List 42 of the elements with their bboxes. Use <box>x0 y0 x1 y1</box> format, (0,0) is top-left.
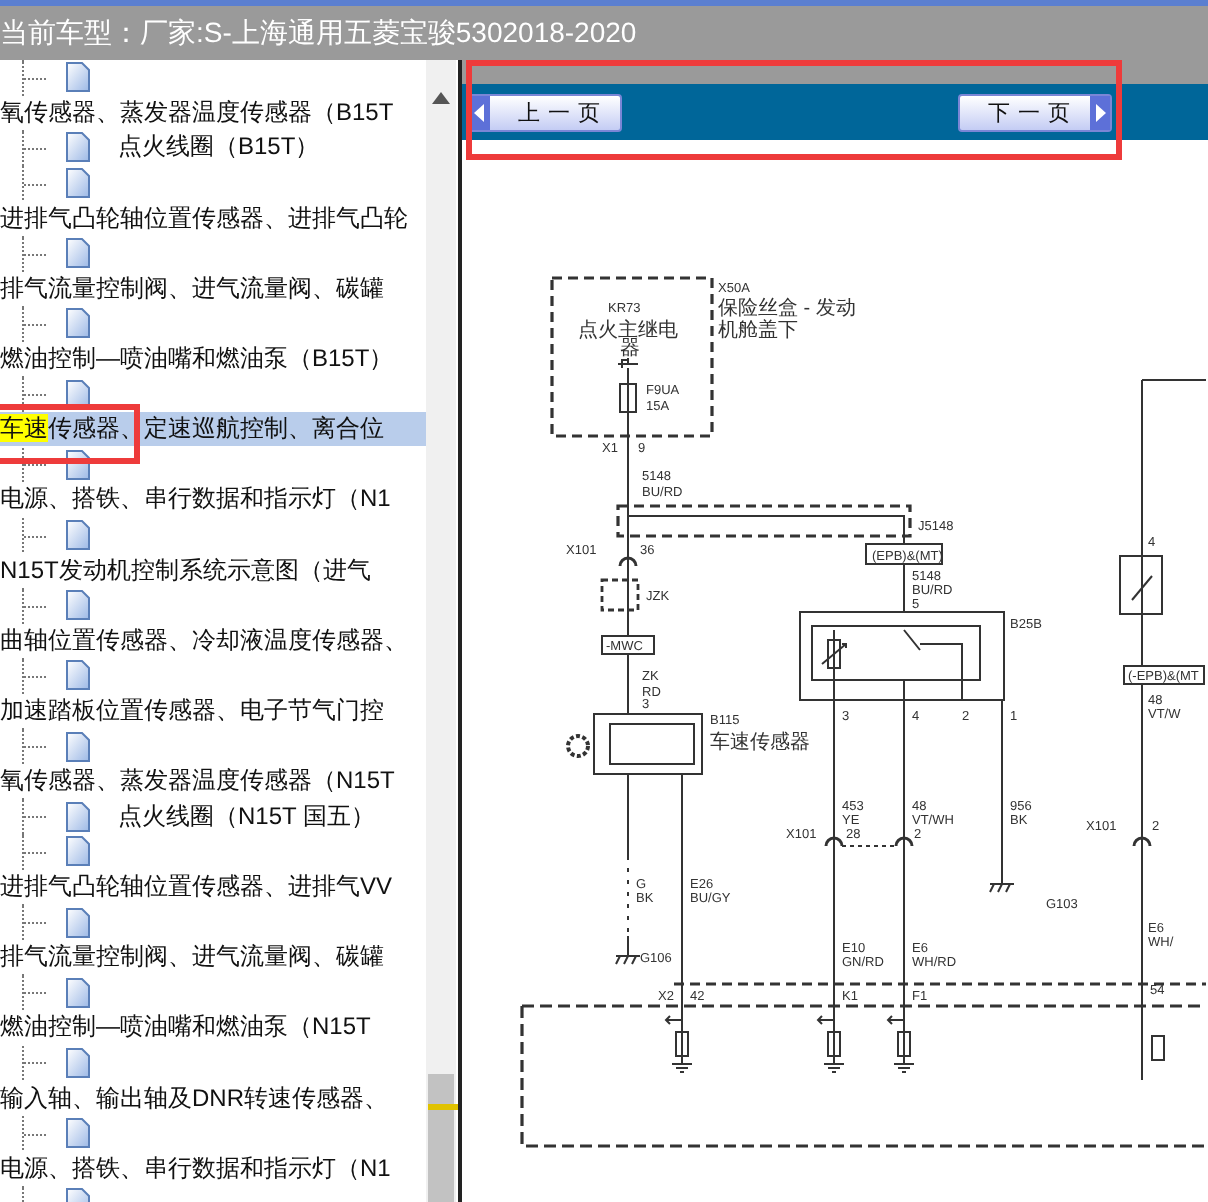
document-icon <box>66 62 90 93</box>
tree-item[interactable]: 曲轴位置传感器、冷却液温度传感器、 <box>0 623 426 658</box>
tree-item[interactable]: 点火线圈（N15T 国五） <box>118 799 375 834</box>
tree-item[interactable]: 点火线圈（B15T） <box>118 130 320 165</box>
next-page-button[interactable]: 下一页 <box>958 93 1112 131</box>
tree-item[interactable]: 排气流量控制阀、进气流量阀、碳罐 <box>0 271 426 306</box>
tree-item[interactable]: 进排气凸轮轴位置传感器、进排气VV <box>0 869 426 904</box>
tree-item[interactable]: N15T发动机控制系统示意图（进气 <box>0 553 426 588</box>
document-icon <box>66 308 90 339</box>
document-icon <box>66 590 90 621</box>
document-icon <box>66 1047 90 1078</box>
scrollbar-thumb[interactable] <box>428 1074 454 1202</box>
document-icon <box>66 520 90 551</box>
document-icon <box>66 660 90 691</box>
document-icon <box>66 731 90 762</box>
document-icon <box>66 1118 90 1149</box>
document-icon <box>66 801 90 832</box>
tree-item[interactable]: 燃油控制—喷油嘴和燃油泵（B15T） <box>0 342 426 377</box>
tree-item[interactable]: 进排气凸轮轴位置传感器、进排气凸轮 <box>0 201 426 236</box>
diagram-label: 器 <box>620 338 640 360</box>
document-icon <box>66 238 90 269</box>
document-icon <box>66 132 90 163</box>
tree-item[interactable]: 电源、搭铁、串行数据和指示灯（N1 <box>0 482 426 517</box>
up-arrow-icon[interactable] <box>432 92 450 104</box>
tree-item[interactable]: 输入轴、输出轴及DNR转速传感器、 <box>0 1081 426 1116</box>
tree-item[interactable]: 氧传感器、蒸发器温度传感器（N15T <box>0 764 426 799</box>
document-icon <box>66 836 90 867</box>
diagram-label: 保险丝盒 - 发动 <box>718 298 856 320</box>
previous-page-button[interactable]: 上一页 <box>468 93 622 131</box>
tree-item[interactable]: 排气流量控制阀、进气流量阀、碳罐 <box>0 940 426 975</box>
diagram-label: 车速传感器 <box>710 732 810 754</box>
tree-item[interactable]: 电源、搭铁、串行数据和指示灯（N1 <box>0 1151 426 1186</box>
tree-item[interactable]: 燃油控制—喷油嘴和燃油泵（N15T <box>0 1010 426 1045</box>
document-icon <box>66 907 90 938</box>
tree-item[interactable]: 车速传感器、定速巡航控制、离合位 <box>0 412 426 447</box>
diagram-label: 机舱盖下 <box>718 320 798 342</box>
document-icon <box>66 168 90 199</box>
scrollbar[interactable] <box>426 60 456 1202</box>
tree-item[interactable]: 加速踏板位置传感器、电子节气门控 <box>0 693 426 728</box>
document-icon <box>66 977 90 1008</box>
tree-item[interactable]: 氧传感器、蒸发器温度传感器（B15T <box>0 95 426 130</box>
current-model-text: 当前车型：厂家:S-上海通用五菱宝骏5302018-2020 <box>0 15 637 51</box>
